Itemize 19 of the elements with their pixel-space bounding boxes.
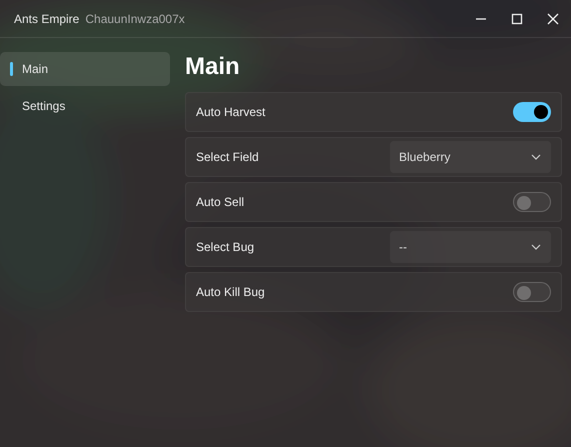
option-label: Select Field: [196, 149, 259, 166]
page-heading: Main: [185, 52, 241, 82]
toggle-switch[interactable]: [513, 102, 551, 122]
window-title: Ants Empire: [14, 10, 80, 28]
option-label: Auto Kill Bug: [196, 284, 265, 301]
chevron-down-icon: [531, 154, 541, 160]
toggle-switch[interactable]: [513, 192, 551, 212]
dropdown[interactable]: --: [390, 231, 551, 263]
dropdown[interactable]: Blueberry: [390, 141, 551, 173]
close-icon: [547, 12, 559, 24]
sidebar-tab[interactable]: Settings: [0, 89, 170, 123]
toggle-switch[interactable]: [513, 282, 551, 302]
option-label: Auto Sell: [196, 194, 244, 211]
maximize-icon: [511, 12, 523, 24]
option-label: Auto Harvest: [196, 104, 266, 121]
window-subtitle: ChauunInwza007x: [85, 10, 185, 28]
option-label: Select Bug: [196, 239, 254, 256]
sidebar-tab[interactable]: Main: [0, 52, 170, 86]
chevron-down-icon: [531, 244, 541, 250]
